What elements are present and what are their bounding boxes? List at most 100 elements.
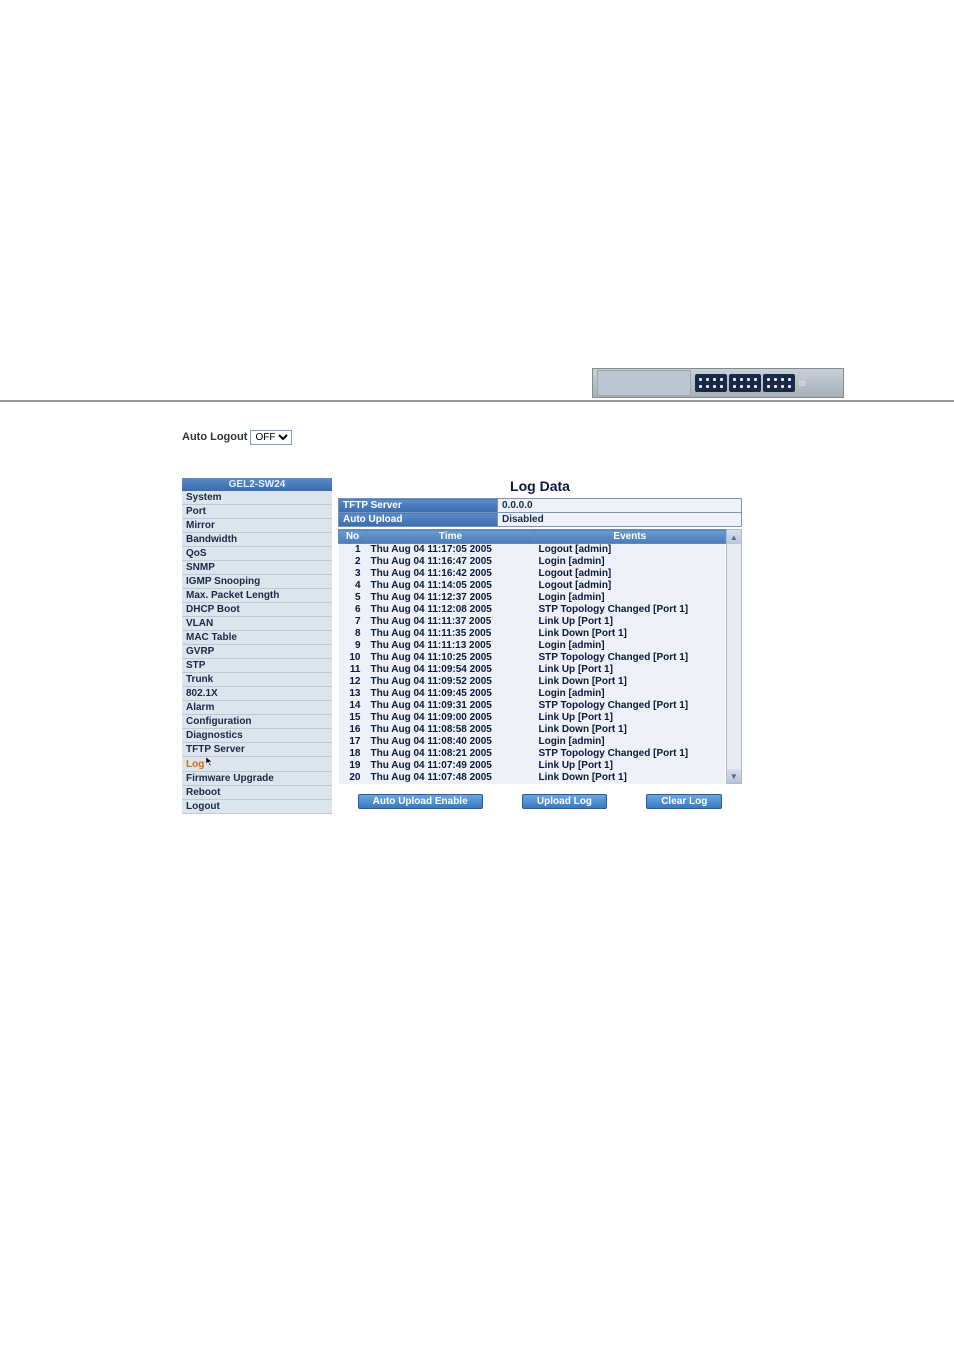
sidebar-item-diagnostics[interactable]: Diagnostics bbox=[182, 729, 332, 743]
scroll-track[interactable] bbox=[727, 544, 741, 769]
cell-event: STP Topology Changed [Port 1] bbox=[535, 604, 726, 616]
scroll-down-icon[interactable]: ▼ bbox=[727, 769, 741, 783]
sidebar: GEL2-SW24 SystemPortMirrorBandwidthQoSSN… bbox=[182, 478, 332, 814]
col-events: Events bbox=[535, 530, 726, 544]
upload-log-button[interactable]: Upload Log bbox=[522, 794, 607, 809]
sidebar-item-bandwidth[interactable]: Bandwidth bbox=[182, 533, 332, 547]
cell-time: Thu Aug 04 11:11:35 2005 bbox=[367, 628, 535, 640]
auto-upload-label: Auto Upload bbox=[339, 513, 498, 527]
cell-no: 6 bbox=[339, 604, 367, 616]
sidebar-item-trunk[interactable]: Trunk bbox=[182, 673, 332, 687]
sidebar-item-log[interactable]: Log bbox=[182, 757, 332, 772]
cell-no: 4 bbox=[339, 580, 367, 592]
cell-no: 10 bbox=[339, 652, 367, 664]
auto-logout-label: Auto Logout bbox=[182, 431, 247, 443]
tftp-server-value: 0.0.0.0 bbox=[498, 499, 742, 513]
sidebar-item-tftp-server[interactable]: TFTP Server bbox=[182, 743, 332, 757]
port-block-3 bbox=[763, 374, 795, 392]
cell-time: Thu Aug 04 11:12:37 2005 bbox=[367, 592, 535, 604]
cell-time: Thu Aug 04 11:09:52 2005 bbox=[367, 676, 535, 688]
clear-log-button[interactable]: Clear Log bbox=[646, 794, 722, 809]
sidebar-item-snmp[interactable]: SNMP bbox=[182, 561, 332, 575]
cell-no: 13 bbox=[339, 688, 367, 700]
table-row: 7Thu Aug 04 11:11:37 2005Link Up [Port 1… bbox=[339, 616, 726, 628]
cell-time: Thu Aug 04 11:08:21 2005 bbox=[367, 748, 535, 760]
table-row: 19Thu Aug 04 11:07:49 2005Link Up [Port … bbox=[339, 760, 726, 772]
table-row: 5Thu Aug 04 11:12:37 2005Login [admin] bbox=[339, 592, 726, 604]
table-row: 13Thu Aug 04 11:09:45 2005Login [admin] bbox=[339, 688, 726, 700]
cell-time: Thu Aug 04 11:12:08 2005 bbox=[367, 604, 535, 616]
cell-time: Thu Aug 04 11:08:58 2005 bbox=[367, 724, 535, 736]
sidebar-item-firmware-upgrade[interactable]: Firmware Upgrade bbox=[182, 772, 332, 786]
banner-info-panel bbox=[597, 370, 691, 396]
sidebar-item-max-packet-length[interactable]: Max. Packet Length bbox=[182, 589, 332, 603]
cell-no: 1 bbox=[339, 544, 367, 557]
cell-event: Link Down [Port 1] bbox=[535, 628, 726, 640]
info-table: TFTP Server 0.0.0.0 Auto Upload Disabled bbox=[338, 498, 742, 527]
sidebar-item-vlan[interactable]: VLAN bbox=[182, 617, 332, 631]
cell-time: Thu Aug 04 11:09:54 2005 bbox=[367, 664, 535, 676]
sidebar-item-port[interactable]: Port bbox=[182, 505, 332, 519]
scroll-up-icon[interactable]: ▲ bbox=[727, 530, 741, 544]
cell-no: 11 bbox=[339, 664, 367, 676]
cell-event: Login [admin] bbox=[535, 688, 726, 700]
sidebar-item-configuration[interactable]: Configuration bbox=[182, 715, 332, 729]
sidebar-item-mac-table[interactable]: MAC Table bbox=[182, 631, 332, 645]
table-row: 9Thu Aug 04 11:11:13 2005Login [admin] bbox=[339, 640, 726, 652]
cell-time: Thu Aug 04 11:11:37 2005 bbox=[367, 616, 535, 628]
cell-no: 15 bbox=[339, 712, 367, 724]
cell-no: 20 bbox=[339, 772, 367, 784]
top-spacer: ▯▯ bbox=[0, 0, 954, 402]
cell-no: 19 bbox=[339, 760, 367, 772]
table-row: 8Thu Aug 04 11:11:35 2005Link Down [Port… bbox=[339, 628, 726, 640]
table-row: 15Thu Aug 04 11:09:00 2005Link Up [Port … bbox=[339, 712, 726, 724]
auto-upload-enable-button[interactable]: Auto Upload Enable bbox=[358, 794, 483, 809]
sidebar-item-gvrp[interactable]: GVRP bbox=[182, 645, 332, 659]
col-no: No bbox=[339, 530, 367, 544]
cell-event: Login [admin] bbox=[535, 736, 726, 748]
content-pane: Log Data TFTP Server 0.0.0.0 Auto Upload… bbox=[338, 478, 742, 809]
sidebar-item-logout[interactable]: Logout bbox=[182, 800, 332, 814]
cell-event: Login [admin] bbox=[535, 640, 726, 652]
cursor-icon bbox=[206, 757, 214, 767]
port-block-1 bbox=[695, 374, 727, 392]
sidebar-item-stp[interactable]: STP bbox=[182, 659, 332, 673]
sidebar-item-mirror[interactable]: Mirror bbox=[182, 519, 332, 533]
sidebar-item-alarm[interactable]: Alarm bbox=[182, 701, 332, 715]
cell-time: Thu Aug 04 11:10:25 2005 bbox=[367, 652, 535, 664]
cell-time: Thu Aug 04 11:09:31 2005 bbox=[367, 700, 535, 712]
cell-no: 3 bbox=[339, 568, 367, 580]
cell-event: STP Topology Changed [Port 1] bbox=[535, 652, 726, 664]
log-table: No Time Events 1Thu Aug 04 11:17:05 2005… bbox=[338, 529, 726, 784]
sidebar-item-igmp-snooping[interactable]: IGMP Snooping bbox=[182, 575, 332, 589]
cell-no: 7 bbox=[339, 616, 367, 628]
auto-logout-select[interactable]: OFF bbox=[250, 430, 292, 445]
log-scrollbar[interactable]: ▲ ▼ bbox=[726, 529, 742, 784]
page-title: Log Data bbox=[338, 478, 742, 494]
col-time: Time bbox=[367, 530, 535, 544]
table-row: 6Thu Aug 04 11:12:08 2005STP Topology Ch… bbox=[339, 604, 726, 616]
cell-no: 14 bbox=[339, 700, 367, 712]
cell-event: Logout [admin] bbox=[535, 544, 726, 557]
sidebar-item-reboot[interactable]: Reboot bbox=[182, 786, 332, 800]
banner-tail: ▯▯ bbox=[799, 380, 806, 387]
cell-no: 2 bbox=[339, 556, 367, 568]
cell-time: Thu Aug 04 11:11:13 2005 bbox=[367, 640, 535, 652]
cell-event: Logout [admin] bbox=[535, 568, 726, 580]
sidebar-item-qos[interactable]: QoS bbox=[182, 547, 332, 561]
cell-event: Link Up [Port 1] bbox=[535, 616, 726, 628]
port-block-2 bbox=[729, 374, 761, 392]
table-row: 12Thu Aug 04 11:09:52 2005Link Down [Por… bbox=[339, 676, 726, 688]
sidebar-item-dhcp-boot[interactable]: DHCP Boot bbox=[182, 603, 332, 617]
cell-event: Login [admin] bbox=[535, 556, 726, 568]
auto-logout-row: Auto Logout OFF bbox=[182, 430, 292, 445]
table-row: 17Thu Aug 04 11:08:40 2005Login [admin] bbox=[339, 736, 726, 748]
cell-no: 5 bbox=[339, 592, 367, 604]
cell-time: Thu Aug 04 11:08:40 2005 bbox=[367, 736, 535, 748]
cell-time: Thu Aug 04 11:14:05 2005 bbox=[367, 580, 535, 592]
sidebar-item-802-1x[interactable]: 802.1X bbox=[182, 687, 332, 701]
cell-time: Thu Aug 04 11:09:45 2005 bbox=[367, 688, 535, 700]
cell-no: 17 bbox=[339, 736, 367, 748]
table-row: 16Thu Aug 04 11:08:58 2005Link Down [Por… bbox=[339, 724, 726, 736]
sidebar-item-system[interactable]: System bbox=[182, 491, 332, 505]
